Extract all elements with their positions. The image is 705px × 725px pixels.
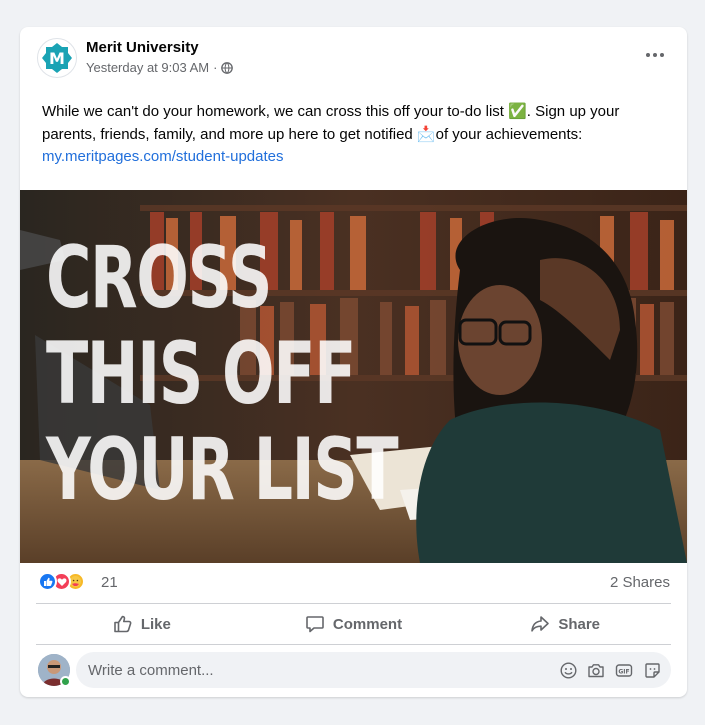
page-name[interactable]: Merit University — [86, 39, 199, 56]
divider — [36, 644, 671, 645]
dot-icon — [653, 53, 657, 57]
reaction-count[interactable]: 21 — [101, 574, 118, 591]
meta-separator: · — [213, 60, 218, 75]
headline-line-1: CROSS — [46, 228, 272, 328]
post-meta: Yesterday at 9:03 AM · — [86, 60, 234, 75]
post-message: While we can't do your homework, we can … — [42, 103, 620, 143]
share-arrow-icon — [531, 616, 550, 632]
thumbs-up-icon — [114, 615, 132, 633]
sticker-icon[interactable] — [643, 661, 661, 679]
online-status-dot — [60, 676, 71, 687]
post-image[interactable]: CROSS THIS OFF YOUR LIST — [20, 190, 687, 563]
post-card: M Merit University Yesterday at 9:03 AM … — [20, 27, 687, 697]
comment-composer: GIF — [36, 652, 671, 688]
page-avatar[interactable]: M — [37, 38, 77, 78]
svg-text:M: M — [49, 49, 65, 68]
emoji-icon[interactable] — [559, 661, 577, 679]
post-link[interactable]: my.meritpages.com/student-updates — [42, 148, 284, 165]
camera-icon[interactable] — [587, 661, 605, 679]
comment-input[interactable] — [88, 652, 548, 688]
shares-count[interactable]: 2 Shares — [610, 574, 670, 591]
speech-bubble-icon — [306, 616, 324, 633]
comment-button[interactable]: Comment — [248, 604, 460, 644]
comment-tools: GIF — [559, 661, 661, 679]
svg-text:GIF: GIF — [618, 668, 629, 675]
share-label: Share — [558, 615, 601, 633]
comment-label: Comment — [332, 615, 403, 633]
like-label: Like — [140, 615, 171, 633]
gif-icon[interactable]: GIF — [615, 661, 633, 679]
like-reaction-icon — [38, 572, 57, 591]
reaction-icons[interactable] — [38, 572, 85, 591]
action-bar: Like Comment Share — [36, 604, 671, 644]
image-headline: CROSS THIS OFF YOUR LIST — [46, 228, 399, 520]
reactions-bar: 21 2 Shares — [20, 563, 687, 603]
share-button[interactable]: Share — [459, 604, 671, 644]
like-button[interactable]: Like — [36, 604, 248, 644]
headline-line-3: YOUR LIST — [46, 420, 399, 520]
dot-icon — [660, 53, 664, 57]
globe-icon — [221, 61, 234, 74]
dot-icon — [646, 53, 650, 57]
post-timestamp[interactable]: Yesterday at 9:03 AM — [86, 60, 209, 75]
merit-logo-icon: M — [42, 43, 72, 73]
comment-field[interactable]: GIF — [76, 652, 671, 688]
more-options-button[interactable] — [641, 45, 669, 65]
post-header: M Merit University Yesterday at 9:03 AM … — [20, 27, 687, 91]
post-body: While we can't do your homework, we can … — [42, 101, 672, 169]
headline-line-2: THIS OFF — [46, 324, 356, 424]
